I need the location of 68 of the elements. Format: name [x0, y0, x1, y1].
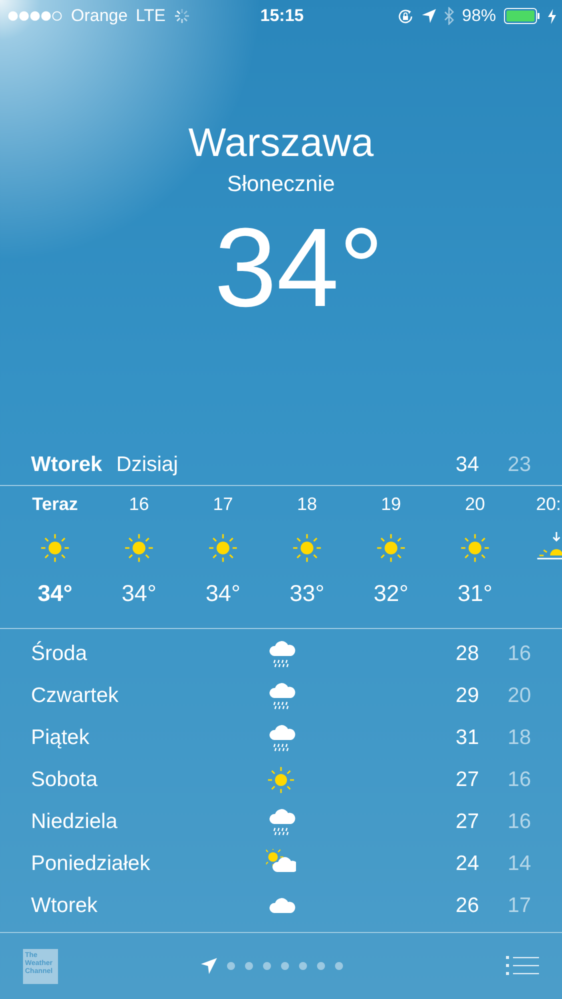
- hour-temperature: 34°: [122, 580, 156, 607]
- high-temperature: 26: [454, 894, 479, 918]
- hour-temperature: 34°: [38, 580, 72, 607]
- hour-label: 20:: [536, 494, 561, 514]
- spinner-icon: [174, 8, 190, 24]
- day-name: Czwartek: [31, 684, 120, 708]
- high-temperature: 24: [454, 852, 479, 876]
- hour-temperature: 34°: [206, 580, 240, 607]
- low-temperature: 16: [506, 768, 531, 792]
- day-name: Środa: [31, 642, 88, 666]
- location-arrow-icon[interactable]: [201, 958, 217, 974]
- high-temperature: 34: [454, 453, 479, 477]
- day-name: Piątek: [31, 726, 90, 750]
- low-temperature: 16: [506, 642, 531, 666]
- city-name: Warszawa: [188, 120, 374, 167]
- sun-icon: [207, 532, 239, 564]
- page-dot[interactable]: [227, 962, 235, 970]
- hour-label: 19: [380, 494, 402, 514]
- hour-label: Teraz: [32, 494, 78, 514]
- battery-percent: 98%: [462, 6, 496, 26]
- list-icon[interactable]: [506, 956, 539, 976]
- low-temperature: 18: [506, 726, 531, 750]
- hour-temperature: 31°: [458, 580, 492, 607]
- page-dot[interactable]: [263, 962, 271, 970]
- high-temperature: 27: [454, 810, 479, 834]
- sun-icon: [39, 532, 71, 564]
- sun-icon: [266, 765, 296, 795]
- network-type: LTE: [136, 6, 166, 26]
- page-dot[interactable]: [317, 962, 325, 970]
- low-temperature: 14: [506, 852, 531, 876]
- carrier-name: Orange: [71, 6, 128, 26]
- page-dot[interactable]: [335, 962, 343, 970]
- sun-icon: [375, 532, 407, 564]
- page-dot[interactable]: [299, 962, 307, 970]
- clock: 15:15: [260, 6, 304, 26]
- day-name: Sobota: [31, 768, 99, 792]
- hour-temperature: 33°: [290, 580, 324, 607]
- battery-icon: [504, 8, 540, 24]
- hour-label: 18: [296, 494, 318, 514]
- weather-condition: Słonecznie: [227, 170, 335, 198]
- sun-icon: [459, 532, 491, 564]
- sun-icon: [123, 532, 155, 564]
- charging-bolt-icon: [548, 8, 556, 24]
- page-dot[interactable]: [281, 962, 289, 970]
- signal-icon: [8, 11, 63, 21]
- day-name: Poniedziałek: [31, 852, 152, 876]
- hour-label: 20: [464, 494, 486, 514]
- high-temperature: 29: [454, 684, 479, 708]
- high-temperature: 28: [454, 642, 479, 666]
- low-temperature: 17: [506, 894, 531, 918]
- day-name: Wtorek: [31, 453, 102, 477]
- day-name: Niedziela: [31, 810, 118, 834]
- current-temperature: 34°: [214, 204, 384, 332]
- hour-label: 16: [128, 494, 150, 514]
- bluetooth-icon: [444, 7, 454, 25]
- high-temperature: 31: [454, 726, 479, 750]
- low-temperature: 16: [506, 810, 531, 834]
- hour-label: 17: [212, 494, 234, 514]
- sun-icon: [291, 532, 323, 564]
- high-temperature: 27: [454, 768, 479, 792]
- low-temperature: 23: [506, 453, 531, 477]
- day-name: Wtorek: [31, 894, 99, 918]
- rotation-lock-icon: [396, 8, 414, 24]
- page-dot[interactable]: [245, 962, 253, 970]
- today-label: Dzisiaj: [116, 453, 180, 477]
- location-arrow-icon: [422, 9, 436, 23]
- low-temperature: 20: [506, 684, 531, 708]
- hour-temperature: 32°: [374, 580, 408, 607]
